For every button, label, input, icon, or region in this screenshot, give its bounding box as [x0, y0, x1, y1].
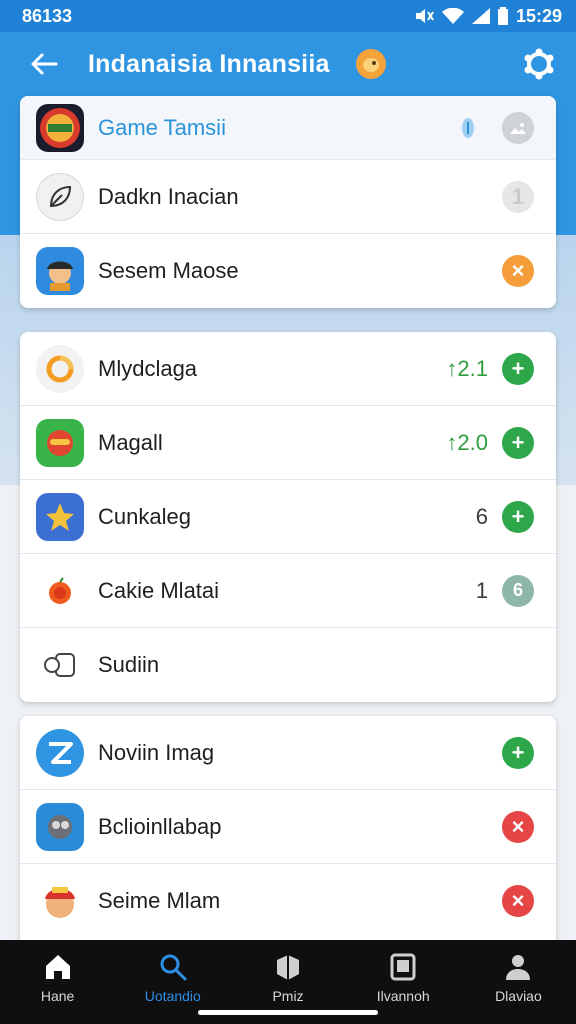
mute-icon: [415, 9, 434, 23]
apps-card-3: Noviin Imag + Bclioinllabap × Seime Mlam…: [20, 716, 556, 940]
count-badge[interactable]: 1: [502, 180, 534, 213]
count-value: 6: [475, 503, 488, 529]
list-item[interactable]: Noviin Imag +: [20, 716, 556, 790]
search-icon: [160, 954, 187, 981]
list-item[interactable]: Cunkaleg 6 +: [20, 480, 556, 554]
signal-icon: [471, 8, 490, 24]
list-item[interactable]: Seime Mlam ×: [20, 864, 556, 938]
list-item[interactable]: Cakie Mlatai 1 6: [20, 554, 556, 628]
remove-button[interactable]: ×: [502, 810, 534, 843]
list-item-label: Noviin Imag: [98, 739, 215, 765]
box-icon: [277, 955, 299, 980]
list-item[interactable]: Bclioinllabap ×: [20, 790, 556, 864]
settings-button[interactable]: [522, 47, 556, 81]
nav-label: Uotandio: [144, 988, 201, 1004]
gear-icon: [524, 48, 554, 80]
add-button[interactable]: +: [502, 736, 534, 769]
list-item-label: Seime Mlam: [98, 888, 221, 913]
list-item-label: Cakie Mlatai: [98, 577, 220, 603]
ring-icon: [36, 344, 84, 393]
list-item[interactable]: Dadkn Inacian 1: [20, 160, 556, 234]
person-icon: [506, 955, 531, 980]
back-button[interactable]: [14, 32, 74, 96]
status-time-left: 86133: [22, 5, 73, 26]
list-item[interactable]: Sesem Maose ×: [20, 234, 556, 308]
app-bar: Indanaisia Innansiia: [0, 32, 576, 96]
controller-icon: [36, 641, 84, 689]
status-bar: 86133 15:29: [0, 0, 576, 32]
apps-card-2: Mlydclaga ↑2.1 + Magall ↑2.0 + Cunkaleg …: [20, 332, 556, 702]
add-button[interactable]: +: [502, 352, 534, 385]
list-item-label: Sudiin: [98, 652, 160, 677]
count-value: 1: [475, 577, 488, 603]
fruit-icon: [36, 566, 84, 615]
list-item-label: Game Tamsii: [98, 114, 226, 140]
battery-icon: [497, 7, 508, 25]
nav-label: Dlaviao: [495, 988, 542, 1004]
robot-icon: [36, 802, 84, 851]
add-button[interactable]: +: [502, 500, 534, 533]
page-title: Indanaisia Innansiia: [88, 49, 330, 78]
count-badge[interactable]: 6: [502, 574, 534, 607]
apps-card-1: Game Tamsii Dadkn Inacian 1 Sesem Maose …: [20, 96, 556, 308]
nav-item-profile[interactable]: Dlaviao: [461, 940, 576, 1024]
add-button[interactable]: +: [502, 426, 534, 459]
list-item-label: Dadkn Inacian: [98, 183, 239, 209]
leaf-icon: [36, 172, 84, 221]
list-item[interactable]: Magall ↑2.0 +: [20, 406, 556, 480]
tablet-icon: [390, 953, 416, 981]
list-item-label: Mlydclaga: [98, 355, 198, 381]
list-item-label: Sesem Maose: [98, 258, 239, 283]
list-item[interactable]: Sudiin: [20, 628, 556, 702]
list-item-label: Bclioinllabap: [98, 813, 222, 839]
list-item[interactable]: Mlydclaga ↑2.1 +: [20, 332, 556, 406]
nav-label: Ilvannoh: [376, 988, 430, 1004]
home-icon: [45, 955, 70, 979]
z-logo-icon: [36, 728, 84, 777]
nav-label: Hane: [40, 988, 75, 1004]
list-item-label: Cunkaleg: [98, 503, 191, 529]
pin-icon[interactable]: [456, 112, 480, 144]
nav-item-home[interactable]: Hane: [0, 940, 115, 1024]
image-icon[interactable]: [502, 111, 534, 144]
wifi-icon: [441, 8, 464, 24]
status-time-right: 15:29: [515, 5, 562, 26]
list-item[interactable]: Game Tamsii: [20, 96, 556, 160]
badge-icon[interactable]: [355, 49, 386, 79]
home-indicator[interactable]: [198, 1010, 378, 1015]
arrow-left-icon: [31, 53, 58, 75]
star-icon: [36, 492, 84, 541]
list-item-label: Magall: [98, 429, 163, 455]
remove-button[interactable]: ×: [502, 885, 534, 917]
game-badge-icon: [36, 103, 84, 152]
status-icons: 15:29: [414, 6, 562, 27]
nav-label: Pmiz: [272, 988, 304, 1004]
version-value: ↑2.0: [446, 429, 488, 455]
close-button[interactable]: ×: [502, 255, 534, 287]
hero-icon: [36, 877, 84, 925]
mask-icon: [36, 418, 84, 467]
bird-icon: [362, 58, 379, 72]
character-icon: [36, 247, 84, 295]
version-value: ↑2.1: [446, 355, 488, 381]
